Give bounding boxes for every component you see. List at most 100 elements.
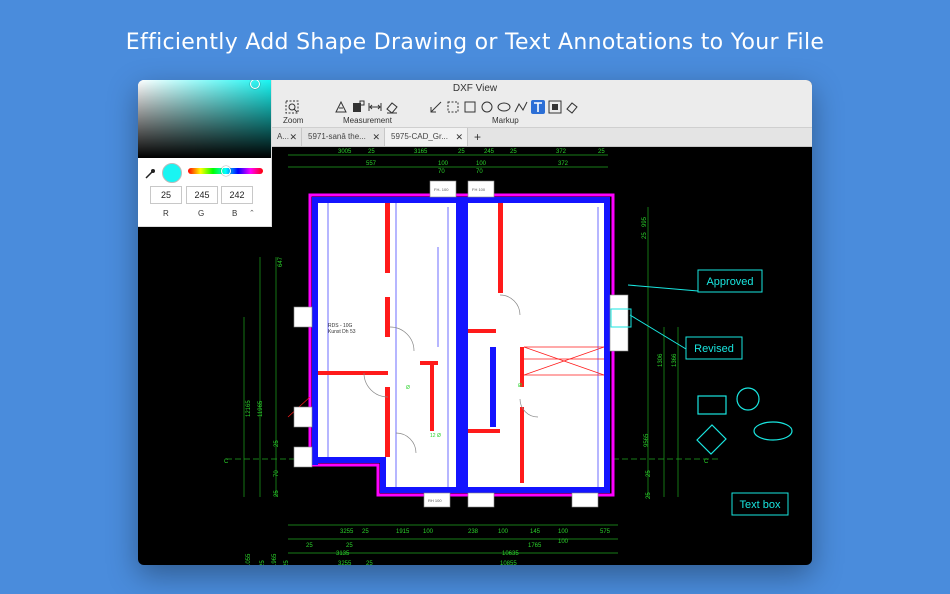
dim-bottom-12: 25 [306, 543, 313, 549]
color-picker: 25 245 242 R G B ⌃ [138, 80, 272, 227]
tab-1[interactable]: A... ✕ [271, 128, 302, 146]
dim-left-4: 25 [274, 440, 280, 447]
room-note-2: Kunst Dh 53 [328, 329, 356, 335]
dim-left-6: 25 [274, 490, 280, 497]
tab-2-label: 5971-sanâ the... [308, 132, 366, 141]
section-mark-left: C [224, 459, 229, 465]
dim-right-7: 25 [646, 492, 652, 499]
dim-top-1: 3005 [338, 149, 352, 155]
arrow-icon[interactable] [429, 100, 443, 114]
zoom-icon[interactable] [285, 100, 299, 114]
tab-2[interactable]: 5971-sanâ the... ✕ [302, 128, 385, 146]
dim-left-2: 12165 [246, 400, 252, 417]
cloud-select-icon[interactable] [446, 100, 460, 114]
circle-shape[interactable] [736, 387, 760, 411]
dim-top-5: 245 [484, 149, 495, 155]
dim-bottom-9: 575 [600, 529, 611, 535]
dim-left-7: 1055 [246, 553, 252, 565]
dim-top-8: 25 [598, 149, 605, 155]
dim-bottom-15: 10635 [502, 551, 519, 557]
dim-left-1: 647 [278, 256, 284, 267]
headline: Efficiently Add Shape Drawing or Text An… [125, 30, 825, 55]
tab-1-label: A... [277, 132, 290, 141]
dim-bottom-16: 3255 [338, 561, 352, 565]
color-swatch [162, 163, 182, 183]
markup-eraser-icon[interactable] [565, 100, 579, 114]
measure-angle-icon[interactable] [334, 100, 348, 114]
eraser-icon[interactable] [385, 100, 399, 114]
room-notes: RDS - 10G Kunst Dh 53 [328, 323, 356, 335]
dim-left-10: 25 [284, 560, 290, 565]
svg-text:Ø: Ø [406, 385, 410, 391]
tab-3-label: 5975-CAD_Gr... [391, 132, 448, 141]
dim-bottom-8: 100 [558, 529, 569, 535]
circle-icon[interactable] [480, 100, 494, 114]
dim-bottom-2: 25 [362, 529, 369, 535]
dim-bottom-11: 1765 [528, 543, 542, 549]
dim-right-2: 25 [642, 232, 648, 239]
room-right [468, 203, 608, 487]
text-box-text: Text box [740, 499, 781, 511]
eyedropper-icon[interactable] [144, 167, 156, 179]
mode-stepper[interactable]: ⌃ [249, 209, 255, 217]
dim-top-4: 25 [458, 149, 465, 155]
dim-bottom-5: 238 [468, 529, 479, 535]
saturation-field[interactable] [138, 80, 271, 158]
dim-bottom-17: 25 [366, 561, 373, 565]
window-label-2: FH 100 [472, 187, 486, 192]
text-tool-icon[interactable] [531, 100, 545, 114]
dim-top-7: 372 [556, 149, 567, 155]
svg-text:Ø: Ø [518, 383, 522, 389]
dim-bottom-6: 100 [498, 529, 509, 535]
ellipse-icon[interactable] [497, 100, 511, 114]
dim-top-13: 70 [476, 169, 483, 175]
measure-distance-icon[interactable] [368, 100, 382, 114]
g-label: G [198, 209, 205, 218]
rectangle-shape[interactable] [697, 395, 727, 415]
dim-top-10: 100 [438, 161, 449, 167]
dim-left-5: 70 [274, 470, 280, 477]
dim-left-9: 1965 [272, 553, 278, 565]
dim-top-14: 372 [558, 161, 569, 167]
dim-top-12: 100 [476, 161, 487, 167]
add-tab-button[interactable]: + [474, 128, 481, 146]
dim-bottom-13: 25 [346, 543, 353, 549]
diamond-shape[interactable] [696, 424, 727, 455]
annotation-layer[interactable]: Approved Revised Text box [610, 269, 793, 516]
r-field[interactable]: 25 [150, 186, 182, 204]
measurement-label: Measurement [343, 116, 392, 125]
section-mark-right: C [704, 459, 709, 465]
zoom-label: Zoom [283, 116, 304, 125]
hue-thumb[interactable] [221, 166, 231, 176]
rectangle-icon[interactable] [463, 100, 477, 114]
dim-right-6: 25 [646, 470, 652, 477]
dim-top-3: 3165 [414, 149, 428, 155]
window-label-1: FH- 100 [434, 187, 449, 192]
close-icon[interactable]: ✕ [455, 128, 463, 146]
g-field[interactable]: 245 [186, 186, 218, 204]
revised-leader [629, 314, 687, 350]
dim-top-11: 70 [438, 169, 445, 175]
dim-bottom-7: 145 [530, 529, 541, 535]
approved-leader [627, 284, 699, 292]
textbox-tool-icon[interactable] [548, 100, 562, 114]
close-icon[interactable]: ✕ [289, 128, 297, 146]
close-icon[interactable]: ✕ [372, 128, 380, 146]
dim-top-2: 25 [368, 149, 375, 155]
tab-3[interactable]: 5975-CAD_Gr... ✕ [385, 128, 468, 146]
r-label: R [163, 209, 169, 218]
dim-bottom-3: 1915 [396, 529, 410, 535]
dim-top-6: 25 [510, 149, 517, 155]
polyline-icon[interactable] [514, 100, 528, 114]
dim-right-5: 9565 [644, 433, 650, 447]
dim-bottom-18: 10855 [500, 561, 517, 565]
measure-area-icon[interactable] [351, 100, 365, 114]
dim-right-3: 1306 [658, 353, 664, 367]
b-field[interactable]: 242 [221, 186, 253, 204]
approved-text: Approved [706, 276, 753, 288]
dim-left-3: 11965 [258, 400, 264, 417]
ellipse-shape[interactable] [753, 421, 793, 441]
dim-right-1: 995 [642, 216, 648, 227]
dim-bottom-1: 3255 [340, 529, 354, 535]
svg-text:12 Ø: 12 Ø [430, 433, 441, 439]
